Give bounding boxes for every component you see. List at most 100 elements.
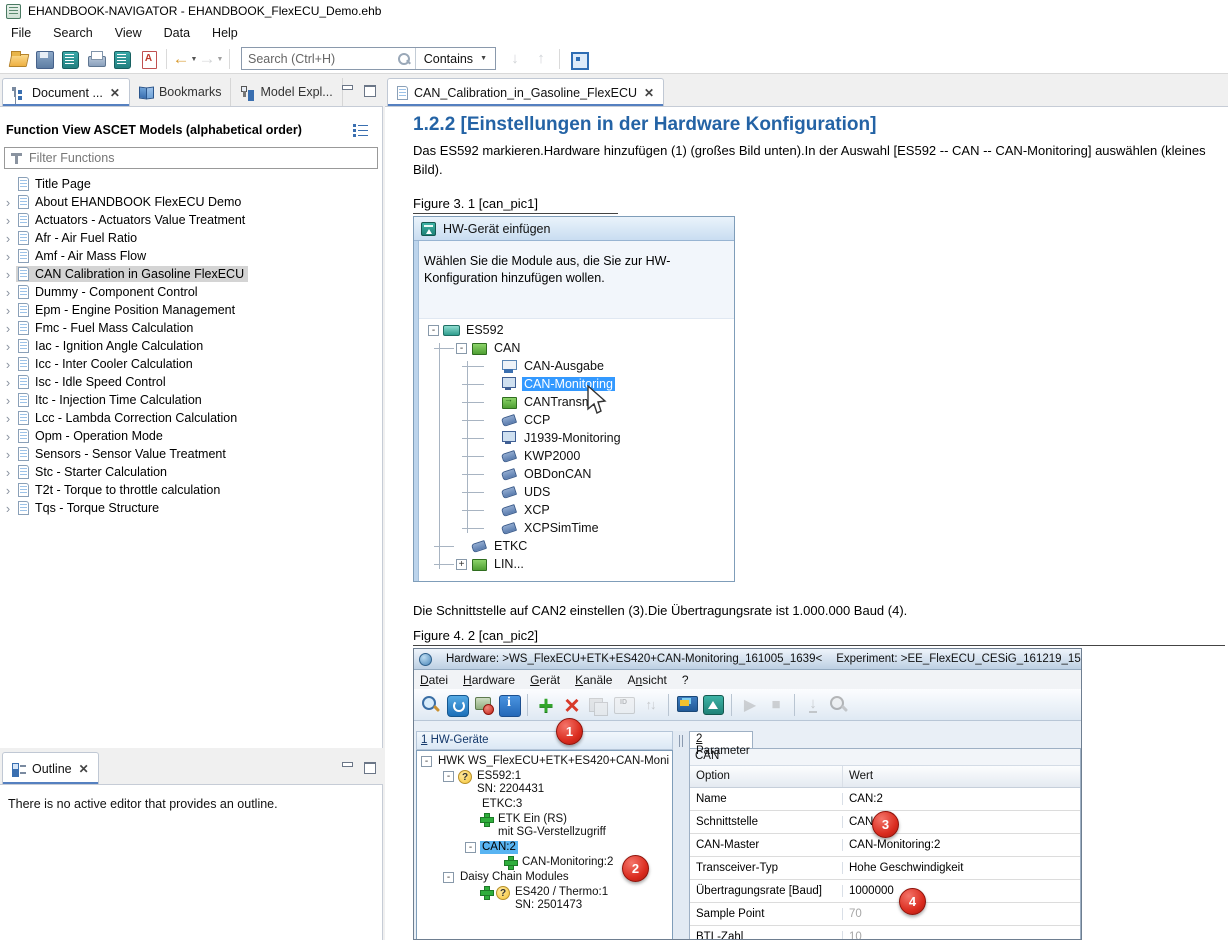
initialize-hardware-icon[interactable] xyxy=(445,693,469,717)
tree-item-body[interactable]: Epm - Engine Position Management xyxy=(16,302,239,318)
search-icon[interactable] xyxy=(397,52,411,66)
tree-expander[interactable]: - xyxy=(421,756,432,767)
function-tree-item[interactable]: Fmc - Fuel Mass Calculation xyxy=(0,319,380,337)
add-hardware-icon[interactable] xyxy=(534,693,558,717)
tab-model-explorer[interactable]: Model Expl... xyxy=(231,78,342,106)
value-cell[interactable]: CAN:2 xyxy=(843,793,1080,805)
function-tree-item[interactable]: Opm - Operation Mode xyxy=(0,427,380,445)
expand-chevron-icon[interactable] xyxy=(0,483,16,498)
function-tree-item[interactable]: Sensors - Sensor Value Treatment xyxy=(0,445,380,463)
function-tree-item[interactable]: About EHANDBOOK FlexECU Demo xyxy=(0,193,380,211)
hw-module-item[interactable]: UDS xyxy=(420,483,734,501)
tree-item-body[interactable]: Iac - Ignition Angle Calculation xyxy=(16,338,207,354)
menu-item[interactable]: Ansicht xyxy=(627,673,666,687)
tree-item-body[interactable]: CAN Calibration in Gasoline FlexECU xyxy=(16,266,248,282)
column-header-wert[interactable]: Wert xyxy=(843,766,1080,787)
value-cell[interactable]: 70 xyxy=(843,908,1080,920)
dropdown-caret-icon[interactable] xyxy=(217,56,224,63)
expand-chevron-icon[interactable] xyxy=(0,411,16,426)
function-tree-item[interactable]: Title Page xyxy=(0,175,380,193)
hardware-info-icon[interactable] xyxy=(497,693,521,717)
hw-config-item[interactable]: - HWK WS_FlexECU+ETK+ES420+CAN-Moni xyxy=(417,754,672,769)
expand-chevron-icon[interactable] xyxy=(0,357,16,372)
hw-module-item[interactable]: - ES592 xyxy=(420,321,734,339)
parameter-row[interactable]: Transceiver-Typ Hohe Geschwindigkeit xyxy=(690,857,1080,880)
tree-item-body[interactable]: Itc - Injection Time Calculation xyxy=(16,392,206,408)
expand-chevron-icon[interactable] xyxy=(0,501,16,516)
panel-splitter[interactable] xyxy=(673,731,689,940)
parameter-row[interactable]: Sample Point 70 xyxy=(690,903,1080,926)
tree-item-body[interactable]: Dummy - Component Control xyxy=(16,284,202,300)
function-tree-item[interactable]: CAN Calibration in Gasoline FlexECU xyxy=(0,265,380,283)
tree-item-body[interactable]: Icc - Inter Cooler Calculation xyxy=(16,356,197,372)
menu-item[interactable]: View xyxy=(104,26,153,40)
contains-dropdown[interactable]: Contains xyxy=(415,48,495,69)
expand-chevron-icon[interactable] xyxy=(0,285,16,300)
hw-module-item[interactable]: CANTransmit xyxy=(420,393,734,411)
export-icon[interactable] xyxy=(111,48,133,70)
close-tab-icon[interactable] xyxy=(79,762,89,776)
tree-expander[interactable]: - xyxy=(456,343,467,354)
tree-expander[interactable]: - xyxy=(443,872,454,883)
tab-document-structure[interactable]: Document ... xyxy=(2,78,130,106)
menu-item[interactable]: ? xyxy=(682,673,689,687)
hw-config-item[interactable]: - CAN:2 xyxy=(417,840,672,855)
toolbar-icon[interactable] xyxy=(727,693,736,717)
menu-item[interactable]: File xyxy=(0,26,42,40)
expand-chevron-icon[interactable] xyxy=(0,393,16,408)
hw-config-item[interactable]: ETK Ein (RS) mit SG-Verstellzugriff xyxy=(417,812,672,840)
hw-config-item[interactable]: - ES592:1 SN: 2204431 xyxy=(417,769,672,797)
tab-can-calibration-document[interactable]: CAN_Calibration_in_Gasoline_FlexECU xyxy=(387,78,664,106)
hw-module-item[interactable]: OBDonCAN xyxy=(420,465,734,483)
function-tree-item[interactable]: Dummy - Component Control xyxy=(0,283,380,301)
function-tree-item[interactable]: Isc - Idle Speed Control xyxy=(0,373,380,391)
tree-item-body[interactable]: About EHANDBOOK FlexECU Demo xyxy=(16,194,245,210)
value-cell[interactable]: 10 xyxy=(843,931,1080,940)
filter-box[interactable]: Filter Functions xyxy=(4,147,378,169)
hw-module-item[interactable]: CAN-Monitoring xyxy=(420,375,734,393)
hw-module-item[interactable]: KWP2000 xyxy=(420,447,734,465)
menu-item[interactable]: Kanäle xyxy=(575,673,612,687)
value-cell[interactable]: CAN-Monitoring:2 xyxy=(843,839,1080,851)
expand-chevron-icon[interactable] xyxy=(0,465,16,480)
search-input[interactable] xyxy=(242,52,397,66)
expand-chevron-icon[interactable] xyxy=(0,213,16,228)
tree-item-body[interactable]: Actuators - Actuators Value Treatment xyxy=(16,212,249,228)
menu-item[interactable]: Data xyxy=(153,26,201,40)
tree-item-body[interactable]: Fmc - Fuel Mass Calculation xyxy=(16,320,197,336)
delete-hardware-icon[interactable] xyxy=(560,693,584,717)
function-tree-item[interactable]: Itc - Injection Time Calculation xyxy=(0,391,380,409)
hw-configuration-icon[interactable] xyxy=(701,693,725,717)
function-tree-item[interactable]: Iac - Ignition Angle Calculation xyxy=(0,337,380,355)
maximize-panel-icon[interactable] xyxy=(363,84,375,95)
expand-chevron-icon[interactable] xyxy=(0,447,16,462)
parameter-row[interactable]: Name CAN:2 xyxy=(690,788,1080,811)
menu-item[interactable]: Datei xyxy=(420,673,448,687)
expand-chevron-icon[interactable] xyxy=(0,429,16,444)
tree-item-body[interactable]: Amf - Air Mass Flow xyxy=(16,248,150,264)
expand-chevron-icon[interactable] xyxy=(0,321,16,336)
column-header-option[interactable]: Option xyxy=(690,766,843,787)
navigate-back-icon[interactable] xyxy=(174,48,196,70)
tab-bookmarks[interactable]: Bookmarks xyxy=(130,78,232,106)
expand-chevron-icon[interactable] xyxy=(0,267,16,282)
value-cell[interactable]: Hohe Geschwindigkeit xyxy=(843,862,1080,874)
tree-item-body[interactable]: Opm - Operation Mode xyxy=(16,428,167,444)
toolbar-icon[interactable] xyxy=(523,693,532,717)
open-ebook-icon[interactable] xyxy=(59,48,81,70)
menu-item[interactable]: Gerät xyxy=(530,673,560,687)
function-tree-item[interactable]: Epm - Engine Position Management xyxy=(0,301,380,319)
toolbar-icon[interactable] xyxy=(226,48,233,70)
close-tab-icon[interactable] xyxy=(644,86,654,100)
tree-expander[interactable]: - xyxy=(428,325,439,336)
hw-config-item[interactable]: ES420 / Thermo:1 SN: 2501473 xyxy=(417,885,672,913)
hw-config-item[interactable]: ETKC:3 xyxy=(417,797,672,812)
navigate-forward-icon[interactable] xyxy=(200,48,222,70)
print-icon[interactable] xyxy=(85,48,107,70)
model-settings-icon[interactable] xyxy=(567,48,589,70)
parameter-row[interactable]: Übertragungsrate [Baud] 1000000 xyxy=(690,880,1080,903)
previous-result-icon[interactable] xyxy=(530,48,552,70)
value-cell[interactable]: 1000000 xyxy=(843,885,1080,897)
start-icon[interactable] xyxy=(738,693,762,717)
search-hardware-icon[interactable] xyxy=(419,693,443,717)
